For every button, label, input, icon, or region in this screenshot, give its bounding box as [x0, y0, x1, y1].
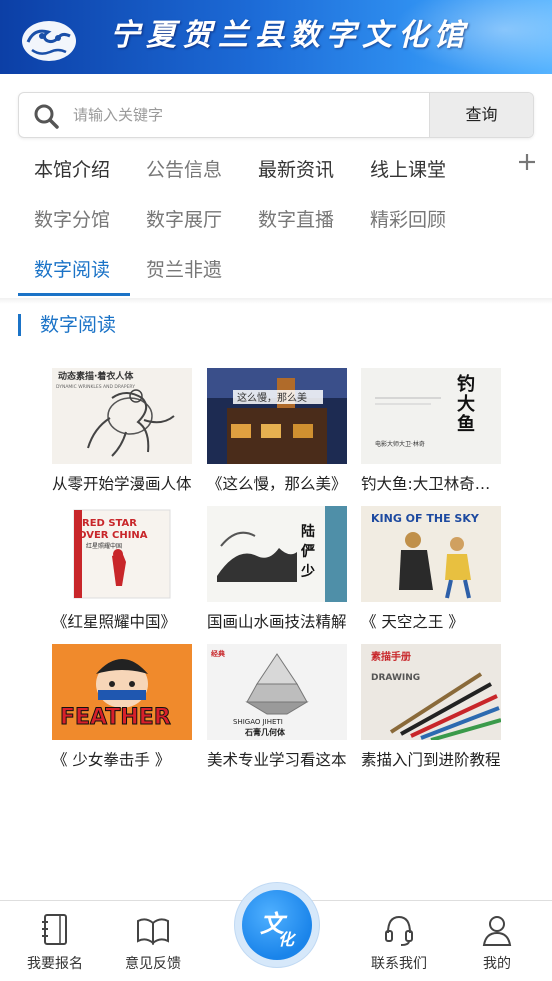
search-input[interactable]: [73, 93, 443, 137]
book-card[interactable]: 钓 大 鱼 电影大师大卫·林奇 钓大鱼:大卫林奇谈创意: [361, 368, 501, 498]
nav-item-replay[interactable]: 精彩回顾: [370, 195, 446, 245]
svg-text:鱼: 鱼: [457, 413, 475, 435]
cover-title: 这么慢，那么美: [237, 391, 307, 404]
nav-item-heritage[interactable]: 贺兰非遗: [146, 245, 222, 295]
cover-subtitle: DRAWING: [371, 673, 420, 683]
book-card[interactable]: RED STAR OVER CHINA 红星照耀中国 《红星照耀中国》: [52, 506, 192, 636]
svg-text:大: 大: [457, 393, 475, 415]
section-accent-bar: [18, 314, 21, 336]
book-cover: FEATHER: [52, 644, 192, 740]
user-icon: [482, 916, 512, 946]
search-button[interactable]: 查询: [429, 93, 533, 137]
culture-center-button[interactable]: 文 化: [234, 882, 320, 968]
section-title: 数字阅读: [40, 314, 117, 336]
book-card[interactable]: FEATHER 《 少女拳击手 》: [52, 644, 192, 774]
book-title: 《这么慢，那么美》: [207, 475, 347, 493]
cover-subtitle: DYNAMIC WRINKLES AND DRAPERY: [56, 384, 135, 390]
svg-text:钓: 钓: [457, 373, 475, 395]
cover-title: 动态素描·着衣人体: [58, 370, 134, 382]
nav-item-news[interactable]: 最新资讯: [258, 145, 334, 195]
nav-row: 本馆介绍 公告信息 最新资讯 线上课堂: [18, 145, 518, 195]
book-card[interactable]: 经典 SHIGAO JIHETI 石膏几何体 美术专业学习看这本: [207, 644, 347, 774]
svg-text:俨: 俨: [300, 543, 315, 560]
nav-item-about[interactable]: 本馆介绍: [34, 145, 110, 195]
tab-label: 我的: [483, 956, 511, 972]
tab-profile[interactable]: 我的: [452, 901, 542, 981]
nav-divider: [0, 298, 552, 304]
tab-feedback[interactable]: 意见反馈: [108, 901, 198, 981]
book-title: 美术专业学习看这本: [207, 751, 347, 769]
center-glyph-bottom: 化: [278, 930, 295, 949]
notebook-icon: [42, 914, 67, 945]
cover-title: 素描手册: [371, 650, 411, 663]
book-card[interactable]: KING OF THE SKY 《 天空之王 》: [361, 506, 501, 636]
culture-center-icon: 文 化: [242, 890, 312, 960]
headset-icon: [385, 915, 413, 946]
nav-item-exhibition[interactable]: 数字展厅: [146, 195, 222, 245]
tab-label: 我要报名: [27, 956, 83, 972]
plus-icon[interactable]: [516, 151, 538, 173]
tab-contact[interactable]: 联系我们: [354, 901, 444, 981]
cover-title: 石膏几何体: [244, 727, 286, 737]
book-title: 钓大鱼:大卫林奇谈创意: [361, 475, 501, 493]
open-book-icon: [137, 918, 169, 946]
active-tab-indicator: [18, 293, 130, 296]
book-card[interactable]: 动态素描·着衣人体 DYNAMIC WRINKLES AND DRAPERY 从…: [52, 368, 192, 498]
cover-subtitle: SHIGAO JIHETI: [233, 718, 283, 726]
book-title: 《 少女拳击手 》: [52, 751, 171, 769]
book-cover: 钓 大 鱼 电影大师大卫·林奇: [361, 368, 501, 464]
book-cover: 这么慢，那么美: [207, 368, 347, 464]
search-bar: 查询: [18, 92, 534, 138]
search-icon: [34, 104, 59, 129]
nav-item-notices[interactable]: 公告信息: [146, 145, 222, 195]
nav-item-online-class[interactable]: 线上课堂: [370, 145, 446, 195]
nav-item-branches[interactable]: 数字分馆: [34, 195, 110, 245]
nav-row: 数字分馆 数字展厅 数字直播 精彩回顾: [18, 195, 518, 245]
book-cover: 素描手册 DRAWING: [361, 644, 501, 740]
book-title: 素描入门到进阶教程: [361, 751, 501, 769]
category-nav: 本馆介绍 公告信息 最新资讯 线上课堂 数字分馆 数字展厅 数字直播 精彩回顾 …: [18, 145, 538, 299]
tab-label: 联系我们: [371, 956, 427, 972]
book-cover: 经典 SHIGAO JIHETI 石膏几何体: [207, 644, 347, 740]
svg-text:经典: 经典: [211, 649, 225, 658]
book-cover: 陆 俨 少: [207, 506, 347, 602]
cover-subtitle: 红星照耀中国: [86, 542, 122, 550]
book-cover: KING OF THE SKY: [361, 506, 501, 602]
cover-title: FEATHER: [60, 705, 171, 730]
tab-signup[interactable]: 我要报名: [10, 901, 100, 981]
book-title: 从零开始学漫画人体: [52, 475, 192, 493]
header-banner: 宁夏贺兰县数字文化馆: [0, 0, 552, 74]
auspicious-cloud-logo-icon: [22, 21, 76, 61]
book-card[interactable]: 陆 俨 少 国画山水画技法精解: [207, 506, 347, 636]
tab-label: 意见反馈: [125, 956, 181, 972]
cover-title: KING OF THE SKY: [371, 512, 480, 525]
book-cover: 动态素描·着衣人体 DYNAMIC WRINKLES AND DRAPERY: [52, 368, 192, 464]
book-cover: RED STAR OVER CHINA 红星照耀中国: [52, 506, 192, 602]
book-title: 《 天空之王 》: [361, 613, 464, 631]
book-card[interactable]: 素描手册 DRAWING 素描入门到进阶教程: [361, 644, 501, 774]
svg-text:RED STAR: RED STAR: [82, 518, 137, 529]
svg-text:少: 少: [300, 563, 315, 580]
book-card[interactable]: 这么慢，那么美 《这么慢，那么美》: [207, 368, 347, 498]
svg-text:陆: 陆: [301, 524, 315, 540]
banner-title: 宁夏贺兰县数字文化馆: [110, 18, 470, 53]
nav-row: 数字阅读 贺兰非遗: [18, 245, 518, 295]
nav-item-live[interactable]: 数字直播: [258, 195, 334, 245]
svg-text:OVER CHINA: OVER CHINA: [78, 530, 148, 541]
cover-subtitle: 电影大师大卫·林奇: [375, 440, 425, 448]
book-title: 国画山水画技法精解: [207, 613, 347, 631]
nav-item-digital-reading[interactable]: 数字阅读: [34, 245, 110, 295]
book-title: 《红星照耀中国》: [52, 613, 177, 631]
